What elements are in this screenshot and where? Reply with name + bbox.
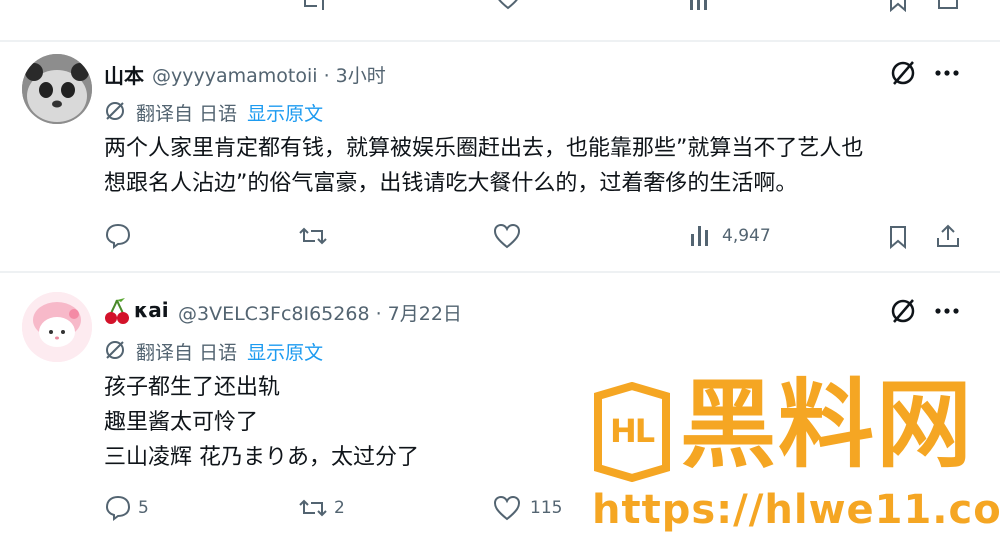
like-icon[interactable] — [492, 222, 522, 250]
more-options-icon[interactable] — [932, 66, 962, 80]
repost-icon[interactable] — [297, 496, 329, 520]
display-name[interactable]: 山本 — [104, 60, 144, 89]
watermark-logo-letters: HL — [610, 412, 655, 450]
like-icon[interactable] — [493, 0, 523, 12]
share-icon[interactable] — [934, 222, 962, 250]
cherry-emoji-icon — [105, 298, 129, 324]
my-melody-avatar-image — [22, 292, 92, 362]
reply-icon[interactable] — [104, 222, 132, 250]
repost-count: 2 — [334, 498, 345, 518]
more-options-icon[interactable] — [932, 304, 962, 318]
previous-post-action-bar — [0, 0, 1000, 24]
bookmark-icon[interactable] — [886, 0, 910, 12]
grok-icon[interactable] — [888, 58, 918, 88]
tweet-text-line: 两个人家里肯定都有钱，就算被娱乐圈赶出去，也能靠那些”就算当不了艺人也 — [104, 136, 864, 161]
translation-row: 翻译自 日语 显示原文 — [136, 338, 323, 365]
handle-and-time[interactable]: @yyyyamamotoii · 3小时 — [152, 61, 386, 88]
tweet-text-line: 三山凌辉 花乃まりあ，太过分了 — [104, 445, 419, 470]
translate-icon — [106, 341, 124, 359]
avatar[interactable] — [22, 292, 92, 362]
handle-and-time[interactable]: @3VELC3Fc8I65268 · 7月22日 — [178, 299, 462, 326]
like-icon[interactable] — [492, 494, 522, 522]
reply-count: 5 — [138, 498, 149, 518]
repost-icon[interactable] — [297, 224, 329, 248]
translated-from-label: 翻译自 日语 — [136, 103, 238, 125]
tweet-text-line: 趣里酱太可怜了 — [104, 410, 259, 435]
translated-from-label: 翻译自 日语 — [136, 342, 238, 364]
panda-avatar-image — [22, 54, 92, 124]
views-icon[interactable] — [686, 0, 716, 14]
views-count: 4,947 — [722, 226, 771, 246]
watermark-brand: 黑料网 — [680, 369, 974, 481]
grok-icon[interactable] — [888, 296, 918, 326]
like-count: 115 — [530, 498, 563, 518]
repost-icon[interactable] — [297, 0, 331, 16]
bookmark-icon[interactable] — [886, 224, 910, 250]
avatar[interactable] — [22, 54, 92, 124]
tweet-text-line: 孩子都生了还出轨 — [104, 375, 281, 400]
translation-row: 翻译自 日语 显示原文 — [136, 99, 323, 126]
views-icon[interactable] — [688, 224, 714, 248]
tweet-text-line: 想跟名人沾边”的俗气富豪，出钱请吃大餐什么的，过着奢侈的生活啊。 — [104, 171, 798, 196]
display-name[interactable]: κai — [134, 298, 169, 322]
tweet-text: 两个人家里肯定都有钱，就算被娱乐圈赶出去，也能靠那些”就算当不了艺人也 想跟名人… — [104, 131, 863, 201]
reply-icon[interactable] — [104, 494, 132, 522]
translate-icon — [106, 102, 124, 120]
show-original-link[interactable]: 显示原文 — [247, 103, 323, 125]
share-icon[interactable] — [935, 0, 961, 12]
tweet-text: 孩子都生了还出轨 趣里酱太可怜了 三山凌辉 花乃まりあ，太过分了 — [104, 370, 419, 475]
divider — [0, 271, 1000, 273]
divider — [0, 40, 1000, 42]
show-original-link[interactable]: 显示原文 — [247, 342, 323, 364]
watermark-url: https://hlwe11.com — [592, 487, 1000, 533]
